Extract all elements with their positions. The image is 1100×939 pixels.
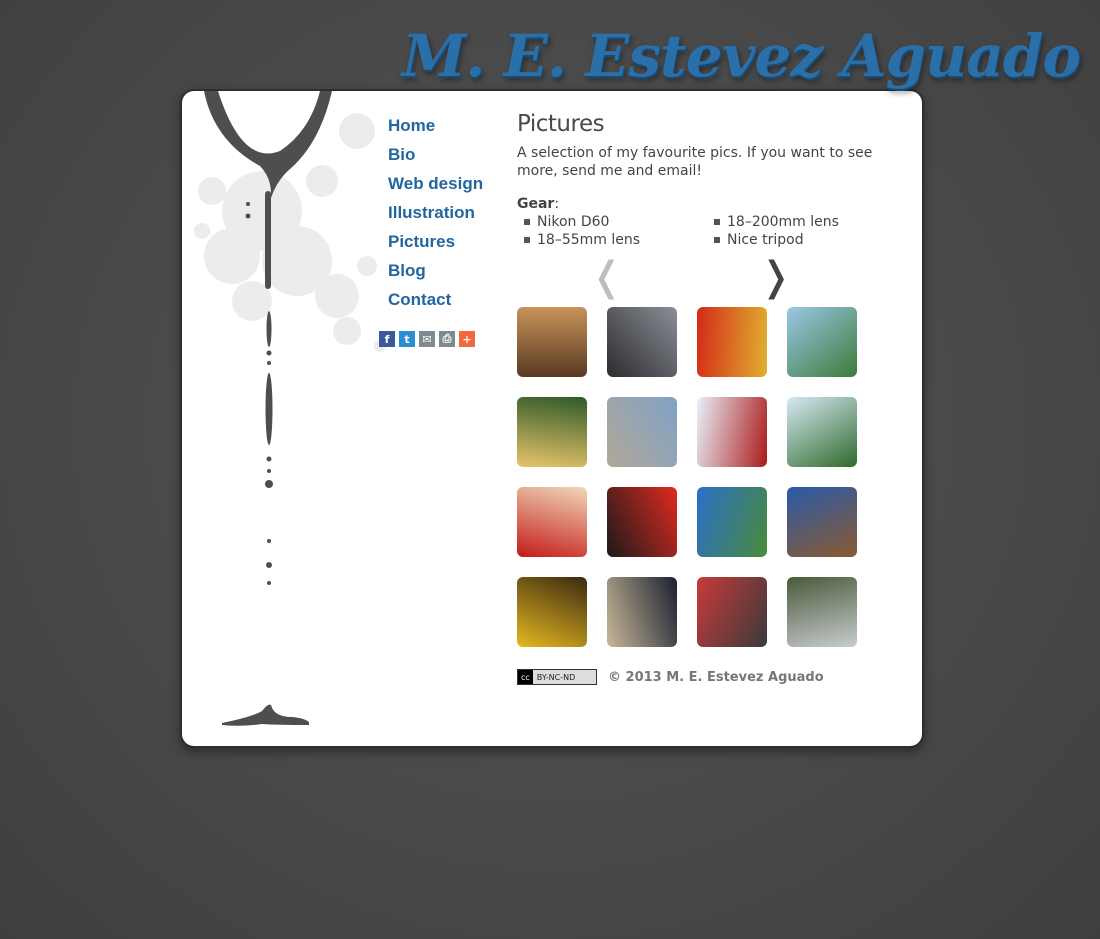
cc-license-text: BY-NC-ND [536,672,576,682]
nav-contact[interactable]: Contact [388,289,483,310]
gear-item: 18–55mm lens [517,231,707,249]
photo-thumbnail[interactable] [517,577,587,647]
photo-gallery [517,307,907,647]
copyright-text: © 2013 M. E. Estevez Aguado [608,669,824,685]
photo-thumbnail[interactable] [517,397,587,467]
photo-thumbnail[interactable] [787,487,857,557]
cc-icon: cc [518,670,533,684]
nav-web-design[interactable]: Web design [388,173,483,194]
page-title: Pictures [517,111,605,137]
main-nav: Home Bio Web design Illustration Picture… [388,115,483,318]
facebook-icon[interactable]: f [379,331,395,347]
nav-home[interactable]: Home [388,115,483,136]
site-title[interactable]: M. E. Estevez Aguado [402,22,1081,90]
gear-label: Gear [517,196,555,212]
cc-license-badge[interactable]: cc BY-NC-ND [517,669,597,685]
gear-item: Nice tripod [707,231,897,249]
twitter-icon[interactable]: t [399,331,415,347]
intro-text: A selection of my favourite pics. If you… [517,145,873,179]
nav-blog[interactable]: Blog [388,260,483,281]
gear-item: Nikon D60 [517,213,707,231]
gear-heading: Gear: [517,196,907,212]
main-panel: Home Bio Web design Illustration Picture… [180,89,924,748]
photo-thumbnail[interactable] [517,487,587,557]
add-icon[interactable]: + [459,331,475,347]
photo-thumbnail[interactable] [787,307,857,377]
gear-list: Nikon D60 18–200mm lens 18–55mm lens Nic… [517,213,907,249]
photo-thumbnail[interactable] [607,487,677,557]
photo-thumbnail[interactable] [517,307,587,377]
photo-thumbnail[interactable] [607,307,677,377]
nav-bio[interactable]: Bio [388,144,483,165]
content-area: Pictures A selection of my favourite pic… [517,111,907,685]
photo-thumbnail[interactable] [787,577,857,647]
nav-illustration[interactable]: Illustration [388,202,483,223]
photo-thumbnail[interactable] [697,397,767,467]
nav-pictures[interactable]: Pictures [388,231,483,252]
photo-thumbnail[interactable] [697,577,767,647]
gear-colon: : [554,196,560,212]
photo-thumbnail[interactable] [697,487,767,557]
email-icon[interactable]: ✉ [419,331,435,347]
photo-thumbnail[interactable] [607,397,677,467]
next-arrow-icon[interactable]: ❭ [759,257,793,297]
gear-item: 18–200mm lens [707,213,897,231]
photo-thumbnail[interactable] [787,397,857,467]
print-icon[interactable]: ⎙ [439,331,455,347]
gallery-pager: ❬ ❭ [517,257,907,301]
photo-thumbnail[interactable] [697,307,767,377]
share-buttons: f t ✉ ⎙ + [379,331,475,347]
photo-thumbnail[interactable] [607,577,677,647]
previous-arrow-icon[interactable]: ❬ [590,257,624,297]
footer: cc BY-NC-ND © 2013 M. E. Estevez Aguado [517,669,907,685]
